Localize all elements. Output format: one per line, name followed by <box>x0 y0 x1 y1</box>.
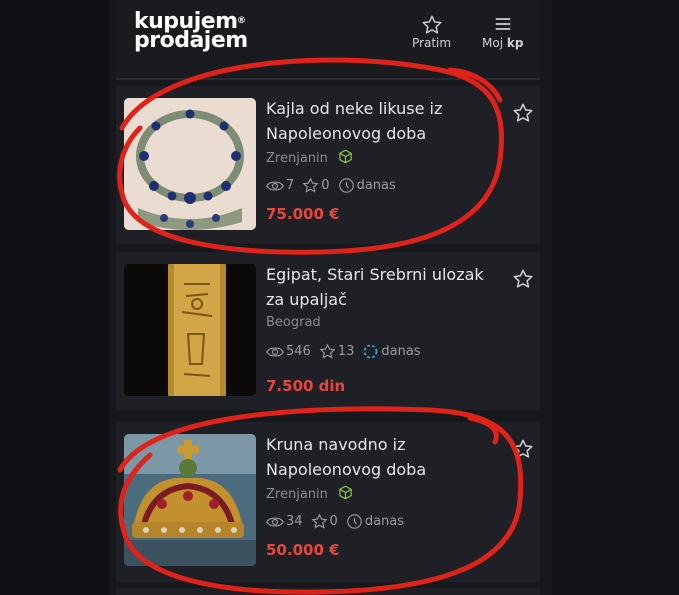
eye-icon <box>266 514 284 529</box>
logo-line-2: prodajem <box>134 28 248 53</box>
listing-thumbnail[interactable] <box>124 264 256 396</box>
listing-title[interactable]: Egipat, Stari Srebrni ulozak za upaljač <box>266 262 496 312</box>
favorites-count: 13 <box>337 344 355 359</box>
listing-stats: 546 13 danas <box>266 343 427 360</box>
hamburger-icon <box>482 14 523 36</box>
listing-title[interactable]: Kruna navodno iz Napoleonovog doba <box>266 432 496 482</box>
save-listing-star-icon[interactable] <box>512 102 534 128</box>
follow-nav-button[interactable]: Pratim <box>412 14 451 50</box>
next-listing-card-edge <box>116 588 540 595</box>
views-count: 34 <box>286 514 303 529</box>
listing-location: Zrenjanin <box>266 485 353 504</box>
listing-card[interactable]: Kruna navodno iz Napoleonovog doba Zrenj… <box>116 422 540 582</box>
delivery-box-icon <box>338 149 353 168</box>
eye-icon <box>266 344 284 359</box>
app-header: kupujem prodajem ® Pratim Moj kp <box>116 0 540 80</box>
views-stat: 7 <box>266 178 294 193</box>
listing-title[interactable]: Kajla od neke likuse iz Napoleonovog dob… <box>266 96 496 146</box>
my-kp-label-prefix: Moj <box>482 36 504 50</box>
views-stat: 546 <box>266 344 311 359</box>
left-background <box>0 0 118 595</box>
clock-icon <box>338 177 355 194</box>
listing-price: 50.000 € <box>266 541 340 559</box>
listing-city: Zrenjanin <box>266 151 328 166</box>
listing-location: Zrenjanin <box>266 149 353 168</box>
eye-icon <box>266 178 284 193</box>
clock-icon <box>346 513 363 530</box>
save-listing-star-icon[interactable] <box>512 268 534 294</box>
time-stat: danas <box>338 177 396 194</box>
listing-stats: 7 0 danas <box>266 177 402 194</box>
listing-location: Beograd <box>266 315 321 330</box>
app-logo[interactable]: kupujem prodajem ® <box>134 11 248 53</box>
favorites-count: 0 <box>329 514 338 529</box>
time-stat: danas <box>362 343 421 360</box>
listing-stats: 34 0 danas <box>266 513 410 530</box>
right-background <box>545 0 679 595</box>
star-outline-icon <box>302 177 319 194</box>
listing-price: 7.500 din <box>266 377 346 395</box>
listing-city: Beograd <box>266 315 321 330</box>
listing-thumbnail[interactable] <box>124 434 256 566</box>
favorites-count: 0 <box>321 178 330 193</box>
listing-thumbnail[interactable] <box>124 98 256 230</box>
listing-price: 75.000 € <box>266 205 340 223</box>
time-stat: danas <box>346 513 404 530</box>
star-outline-icon <box>319 343 336 360</box>
views-stat: 34 <box>266 514 303 529</box>
star-outline-icon <box>311 513 328 530</box>
phone-screen: kupujem prodajem ® Pratim Moj kp Kajla o… <box>110 0 552 595</box>
follow-label: Pratim <box>412 36 452 50</box>
posted-time: danas <box>356 178 396 193</box>
logo-registered-mark: ® <box>237 16 246 26</box>
views-count: 546 <box>286 344 311 359</box>
favorites-stat: 13 <box>319 343 355 360</box>
favorites-stat: 0 <box>302 177 330 194</box>
posted-time: danas <box>381 344 421 359</box>
posted-time: danas <box>364 514 405 529</box>
save-listing-star-icon[interactable] <box>512 438 534 464</box>
loading-spinner-icon <box>362 343 379 360</box>
star-icon <box>412 14 451 36</box>
delivery-box-icon <box>338 485 353 504</box>
views-count: 7 <box>286 178 295 193</box>
my-kp-label-suffix: kp <box>506 36 524 50</box>
listing-city: Zrenjanin <box>266 487 328 502</box>
favorites-stat: 0 <box>311 513 338 530</box>
my-kp-nav-button[interactable]: Moj kp <box>482 14 523 50</box>
listing-card[interactable]: Egipat, Stari Srebrni ulozak za upaljač … <box>116 252 540 410</box>
listing-card[interactable]: Kajla od neke likuse iz Napoleonovog dob… <box>116 86 540 244</box>
